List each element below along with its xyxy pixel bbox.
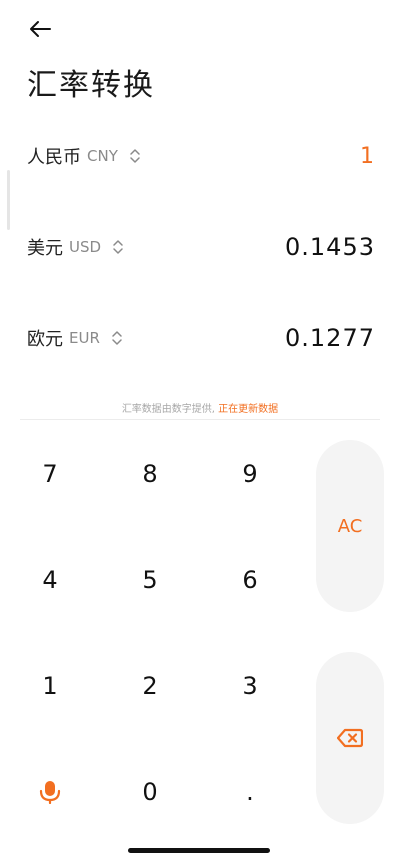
key-4[interactable]: 4 xyxy=(0,530,100,630)
clear-all-label: AC xyxy=(337,515,363,537)
currency-code: EUR xyxy=(69,329,100,347)
rate-source-notice: 汇率数据由数字提供, 正在更新数据 xyxy=(0,400,400,415)
currency-selector-cny[interactable]: 人民币 CNY xyxy=(27,143,142,169)
currency-name: 欧元 xyxy=(27,329,63,350)
notice-text: 汇率数据由数字提供, xyxy=(121,404,219,415)
chevron-up-down-icon xyxy=(112,331,122,345)
key-8[interactable]: 8 xyxy=(100,424,200,524)
update-status-link[interactable]: 正在更新数据 xyxy=(218,404,278,415)
key-dot[interactable]: . xyxy=(200,742,300,842)
backspace-icon xyxy=(337,728,363,748)
key-2[interactable]: 2 xyxy=(100,636,200,736)
key-5[interactable]: 5 xyxy=(100,530,200,630)
key-3[interactable]: 3 xyxy=(200,636,300,736)
currency-selector-usd[interactable]: 美元 USD xyxy=(27,234,125,260)
arrow-left-icon xyxy=(30,21,51,37)
clear-all-button[interactable]: AC xyxy=(316,440,384,612)
backspace-button[interactable] xyxy=(316,652,384,824)
currency-value[interactable]: 0.1277 xyxy=(285,324,375,352)
currency-value-input[interactable]: 1 xyxy=(360,144,375,169)
key-0[interactable]: 0 xyxy=(100,742,200,842)
currency-code: USD xyxy=(69,238,102,256)
key-6[interactable]: 6 xyxy=(200,530,300,630)
currency-name: 人民币 xyxy=(27,147,81,168)
key-1[interactable]: 1 xyxy=(0,636,100,736)
microphone-icon xyxy=(39,781,61,804)
currency-row-usd[interactable]: 美元 USD 0.1453 xyxy=(27,227,375,267)
divider xyxy=(20,419,380,420)
chevron-up-down-icon xyxy=(113,240,123,254)
currency-row-eur[interactable]: 欧元 EUR 0.1277 xyxy=(27,318,375,358)
key-7[interactable]: 7 xyxy=(0,424,100,524)
back-button[interactable] xyxy=(24,14,56,44)
currency-value[interactable]: 0.1453 xyxy=(285,233,375,261)
key-9[interactable]: 9 xyxy=(200,424,300,524)
currency-code: CNY xyxy=(87,147,118,165)
chevron-up-down-icon xyxy=(130,149,140,163)
currency-selector-eur[interactable]: 欧元 EUR xyxy=(27,325,124,351)
voice-input-button[interactable] xyxy=(0,742,100,842)
home-indicator xyxy=(128,848,270,853)
currency-row-cny[interactable]: 人民币 CNY 1 xyxy=(27,136,375,176)
scroll-indicator xyxy=(7,170,10,230)
page-title: 汇率转换 xyxy=(27,68,155,103)
currency-name: 美元 xyxy=(27,238,63,259)
